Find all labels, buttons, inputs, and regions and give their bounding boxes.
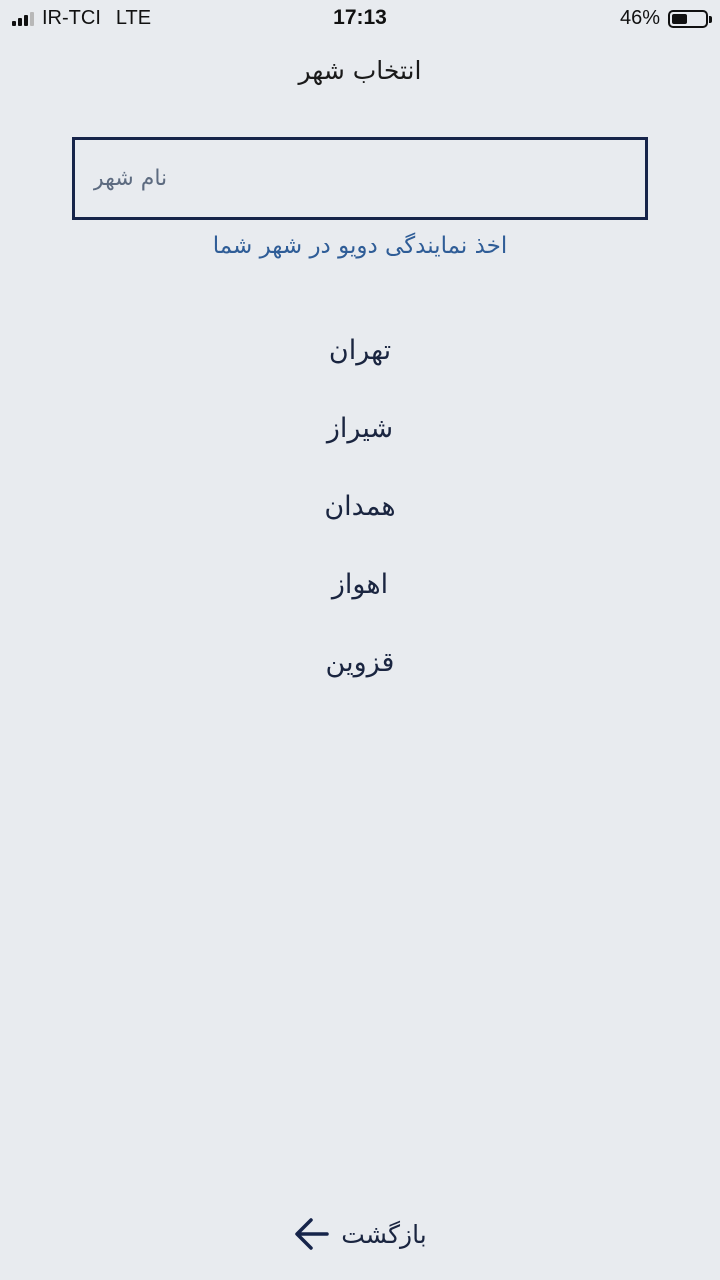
city-item-hamedan[interactable]: همدان bbox=[0, 484, 720, 562]
city-item-qazvin[interactable]: قزوین bbox=[0, 640, 720, 718]
status-bar: IR-TCI LTE 17:13 46% bbox=[0, 0, 720, 38]
city-item-shiraz[interactable]: شیراز bbox=[0, 406, 720, 484]
status-right: 46% bbox=[619, 7, 712, 30]
back-label: بازگشت bbox=[341, 1219, 427, 1249]
status-time: 17:13 bbox=[333, 6, 387, 29]
battery-percent: 46% bbox=[619, 7, 660, 29]
battery-icon bbox=[668, 9, 712, 28]
battery-cap bbox=[709, 15, 712, 23]
agency-request-link[interactable]: اخذ نمایندگی دویو در شهر شما bbox=[0, 233, 720, 259]
page-title: انتخاب شهر bbox=[298, 56, 422, 85]
city-item-ahvaz[interactable]: اهواز bbox=[0, 562, 720, 640]
city-list: تهران شیراز همدان اهواز قزوین bbox=[0, 328, 720, 718]
city-item-tehran[interactable]: تهران bbox=[0, 328, 720, 406]
battery-fill bbox=[672, 13, 687, 24]
back-button[interactable]: بازگشت bbox=[0, 1215, 720, 1253]
city-search-box bbox=[72, 137, 648, 220]
arrow-left-icon bbox=[295, 1218, 330, 1250]
city-search-input[interactable] bbox=[75, 140, 645, 217]
